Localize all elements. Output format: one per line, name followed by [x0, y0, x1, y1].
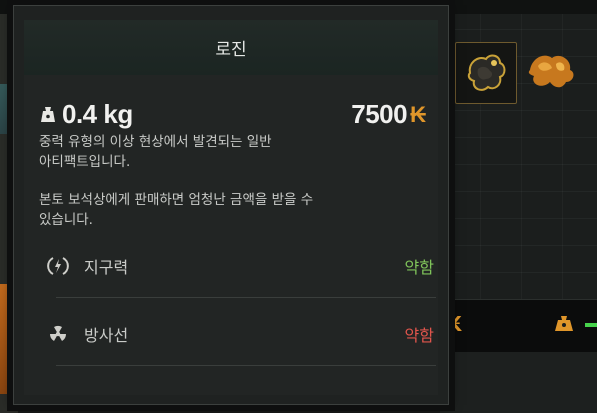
item-name: 로진 [215, 40, 247, 60]
weight-icon [41, 106, 55, 122]
bottom-panel [440, 352, 597, 413]
stat-label: 지구력 [84, 258, 129, 277]
stat-value: 약함 [404, 258, 434, 277]
weight-value: 0.4 kg [62, 99, 133, 129]
weight-icon [553, 312, 575, 338]
item-price: 7500 ₭ [351, 99, 426, 130]
divider [56, 365, 436, 366]
item-weight: 0.4 kg [40, 99, 133, 130]
tooltip-header: 로진 [24, 20, 438, 76]
currency-icon: ₭ [448, 312, 462, 336]
price-value: 7500 [351, 99, 408, 129]
artifact-icon [528, 55, 574, 88]
stat-row-radiation: 방사선 약함 [44, 304, 436, 364]
stat-value: 약함 [404, 326, 434, 345]
inventory-slot-artifact[interactable] [455, 42, 517, 104]
item-tooltip: 로진 0.4 kg 7500 ₭ 중력 유형의 이상 현상에서 발견되는 일반 … [13, 5, 449, 405]
item-description: 중력 유형의 이상 현상에서 발견되는 일반 아티팩트입니다. [39, 134, 272, 170]
radiation-icon [44, 320, 72, 348]
artifact-icon [467, 54, 506, 91]
inventory-item-partial[interactable] [0, 284, 12, 394]
stamina-icon [44, 252, 72, 280]
weight-capacity-bar [585, 323, 597, 327]
stat-row-stamina: 지구력 약함 [44, 236, 436, 296]
inventory-slot-artifact[interactable] [520, 42, 580, 102]
currency-icon: ₭ [410, 101, 426, 127]
item-sell-hint: 본토 보석상에게 판매하면 엄청난 금액을 받을 수 있습니다. [39, 192, 314, 228]
stat-label: 방사선 [84, 326, 129, 345]
divider [56, 297, 436, 298]
